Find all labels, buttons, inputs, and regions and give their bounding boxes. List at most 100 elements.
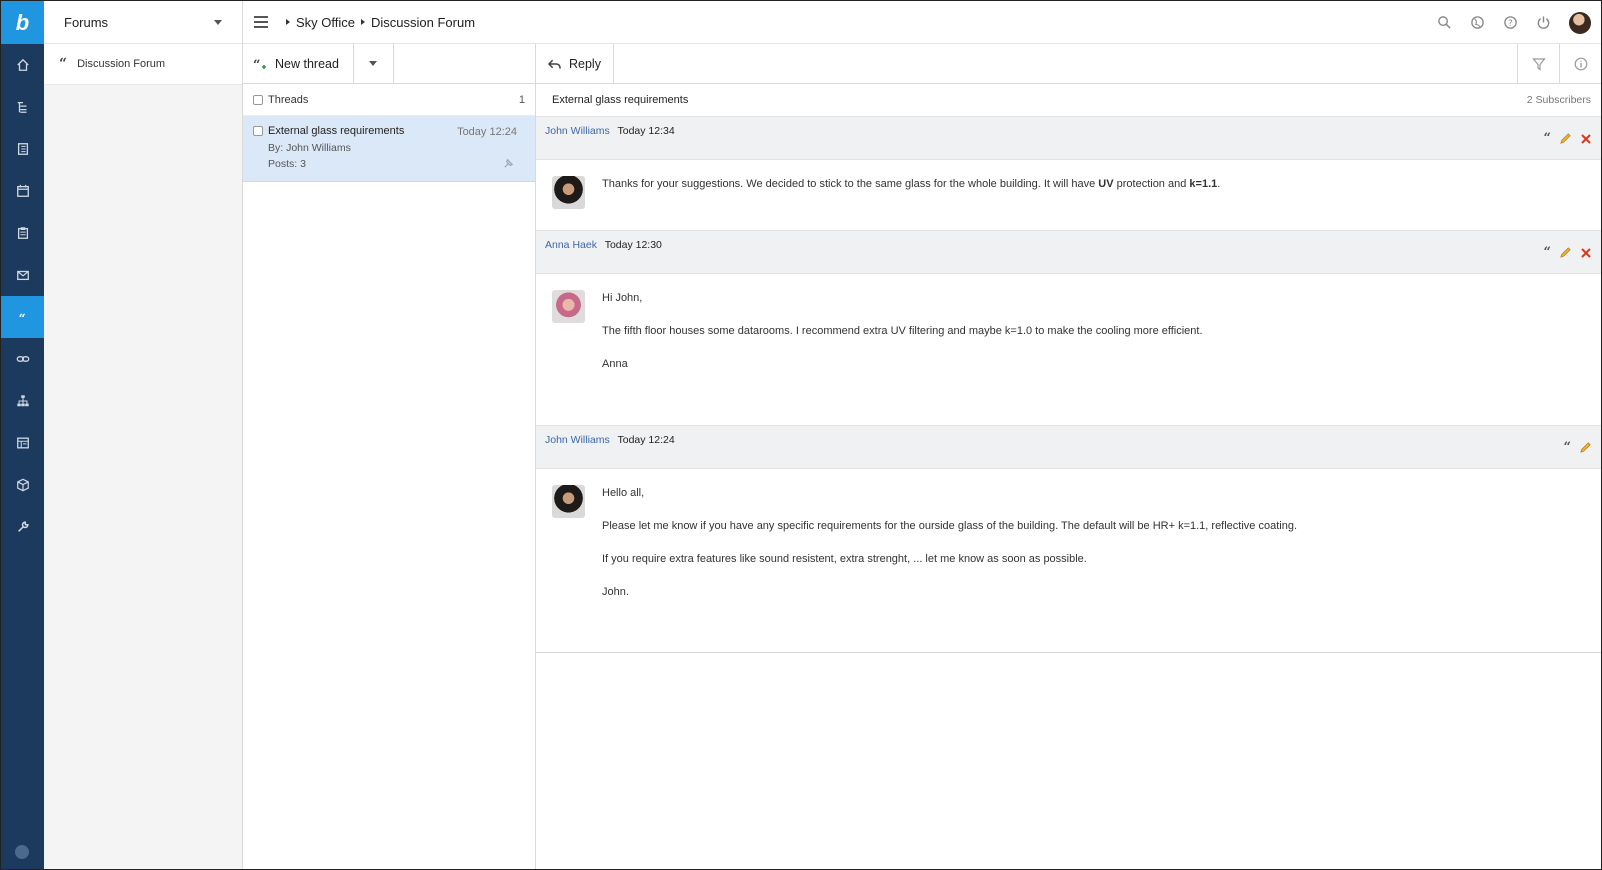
globe-icon[interactable] (1470, 15, 1485, 30)
post-author[interactable]: Anna Haek (545, 239, 597, 251)
post-text: Hello all, (602, 487, 645, 499)
thread-checkbox[interactable] (253, 126, 263, 137)
breadcrumb-arrow-icon (286, 19, 290, 25)
post-text: If you require extra features like sound… (602, 553, 1087, 565)
chevron-down-icon (369, 61, 378, 66)
user-avatar[interactable] (1569, 11, 1591, 34)
post-text: protection and (1113, 178, 1190, 190)
post-header: John Williams Today 12:24 “ (536, 425, 1601, 469)
wrench-icon[interactable] (1, 506, 44, 548)
quote-icon[interactable]: “ (1544, 246, 1551, 259)
post-text: . (1217, 178, 1221, 190)
svg-text:?: ? (1508, 18, 1512, 28)
hierarchy-icon[interactable] (1, 380, 44, 422)
reply-icon (548, 59, 561, 69)
post-text: The fifth floor houses some datarooms. I… (602, 325, 1203, 337)
post-text-bold: k=1.1 (1189, 178, 1218, 190)
avatar (552, 290, 585, 323)
breadcrumb-arrow-icon (361, 19, 366, 25)
forum-item-discussion[interactable]: “ Discussion Forum (44, 44, 242, 85)
threads-toolbar: “ New thread (243, 44, 535, 84)
power-icon[interactable] (1536, 15, 1551, 30)
post-header: Anna Haek Today 12:30 “ (536, 230, 1601, 274)
post-text: Please let me know if you have any speci… (602, 520, 1298, 532)
select-all-checkbox[interactable] (253, 94, 263, 105)
checklist-icon[interactable] (1, 422, 44, 464)
threads-panel: “ New thread Threads 1 External glass re… (243, 44, 536, 869)
thread-row[interactable]: External glass requirements Today 12:24 … (243, 116, 535, 182)
package-icon[interactable] (1, 464, 44, 506)
post-body: Hello all, Please let me know if you hav… (536, 469, 1601, 653)
post-text: Hi John, (602, 292, 643, 304)
breadcrumb-item-sky-office[interactable]: Sky Office (296, 15, 355, 30)
info-icon (1574, 57, 1587, 70)
filter-button[interactable] (1517, 44, 1559, 83)
edit-icon[interactable] (1559, 132, 1572, 145)
breadcrumb-item-discussion-forum[interactable]: Discussion Forum (371, 15, 475, 30)
post-author[interactable]: John Williams (545, 125, 610, 137)
quote-icon: “ (59, 56, 68, 72)
thread-title: External glass requirements (268, 125, 405, 137)
post-text: John. (602, 586, 629, 598)
nav-rail: b “ (1, 1, 44, 869)
forum-quote-icon[interactable]: “ (1, 296, 44, 338)
info-button[interactable] (1559, 44, 1601, 83)
quote-icon[interactable]: “ (1564, 441, 1571, 454)
reply-button[interactable]: Reply (536, 44, 614, 83)
new-thread-button[interactable]: “ New thread (243, 44, 354, 83)
post-author[interactable]: John Williams (545, 434, 610, 446)
svg-text:“: “ (18, 310, 25, 324)
tree-icon[interactable] (1, 86, 44, 128)
avatar (552, 176, 585, 209)
filter-icon (1531, 57, 1546, 71)
app-window: b “ Forums “ Discussion Forum Sky Office… (0, 0, 1602, 870)
app-logo[interactable]: b (1, 1, 44, 44)
edit-icon[interactable] (1579, 441, 1592, 454)
forum-item-label: Discussion Forum (77, 58, 166, 70)
post-header: John Williams Today 12:34 “ (536, 116, 1601, 160)
mail-icon[interactable] (1, 254, 44, 296)
post-text-bold: UV (1098, 178, 1114, 190)
clipboard-icon[interactable] (1, 212, 44, 254)
thread-subject: External glass requirements (552, 94, 689, 106)
home-icon[interactable] (1, 44, 44, 86)
post-body: Thanks for your suggestions. We decided … (536, 160, 1601, 230)
calendar-icon[interactable] (1, 170, 44, 212)
menu-icon[interactable] (254, 16, 268, 28)
thread-subject-bar: External glass requirements 2 Subscriber… (536, 84, 1601, 116)
new-thread-label: New thread (275, 56, 339, 71)
post-body: Hi John, The fifth floor houses some dat… (536, 274, 1601, 425)
collapse-rail-icon[interactable] (15, 845, 29, 859)
pin-icon[interactable] (502, 157, 515, 170)
threads-header-label: Threads (268, 93, 309, 106)
post-time: Today 12:30 (604, 239, 662, 251)
messages-toolbar: Reply (536, 44, 1601, 84)
delete-icon[interactable] (1580, 247, 1592, 259)
edit-icon[interactable] (1559, 246, 1572, 259)
post-time: Today 12:34 (617, 125, 675, 137)
post-text: Anna (602, 358, 628, 370)
threads-header: Threads 1 (243, 84, 535, 116)
contacts-icon[interactable] (1, 128, 44, 170)
threads-count: 1 (518, 93, 525, 106)
forums-title: Forums (64, 14, 109, 30)
thread-time: Today 12:24 (457, 126, 517, 138)
delete-icon[interactable] (1580, 133, 1592, 145)
reply-label: Reply (569, 56, 601, 71)
search-icon[interactable] (1437, 15, 1452, 30)
quote-icon[interactable]: “ (1544, 132, 1551, 145)
help-icon[interactable]: ? (1503, 15, 1518, 30)
avatar (552, 485, 585, 518)
new-thread-icon: “ (253, 58, 266, 71)
subscribers-link[interactable]: 2 Subscribers (1527, 94, 1591, 106)
top-bar: Sky Office Discussion Forum ? (243, 1, 1601, 44)
top-icons: ? (1437, 1, 1591, 44)
thread-author: By: John Williams (268, 142, 351, 154)
link-icon[interactable] (1, 338, 44, 380)
forums-selector[interactable]: Forums (44, 1, 242, 44)
new-thread-dropdown[interactable] (354, 44, 394, 83)
thread-posts: Posts: 3 (268, 158, 306, 170)
breadcrumb: Sky Office Discussion Forum (286, 15, 475, 30)
post-text: Thanks for your suggestions. We decided … (602, 178, 1099, 190)
messages-panel: Reply External glass requirements 2 Subs… (536, 44, 1601, 869)
